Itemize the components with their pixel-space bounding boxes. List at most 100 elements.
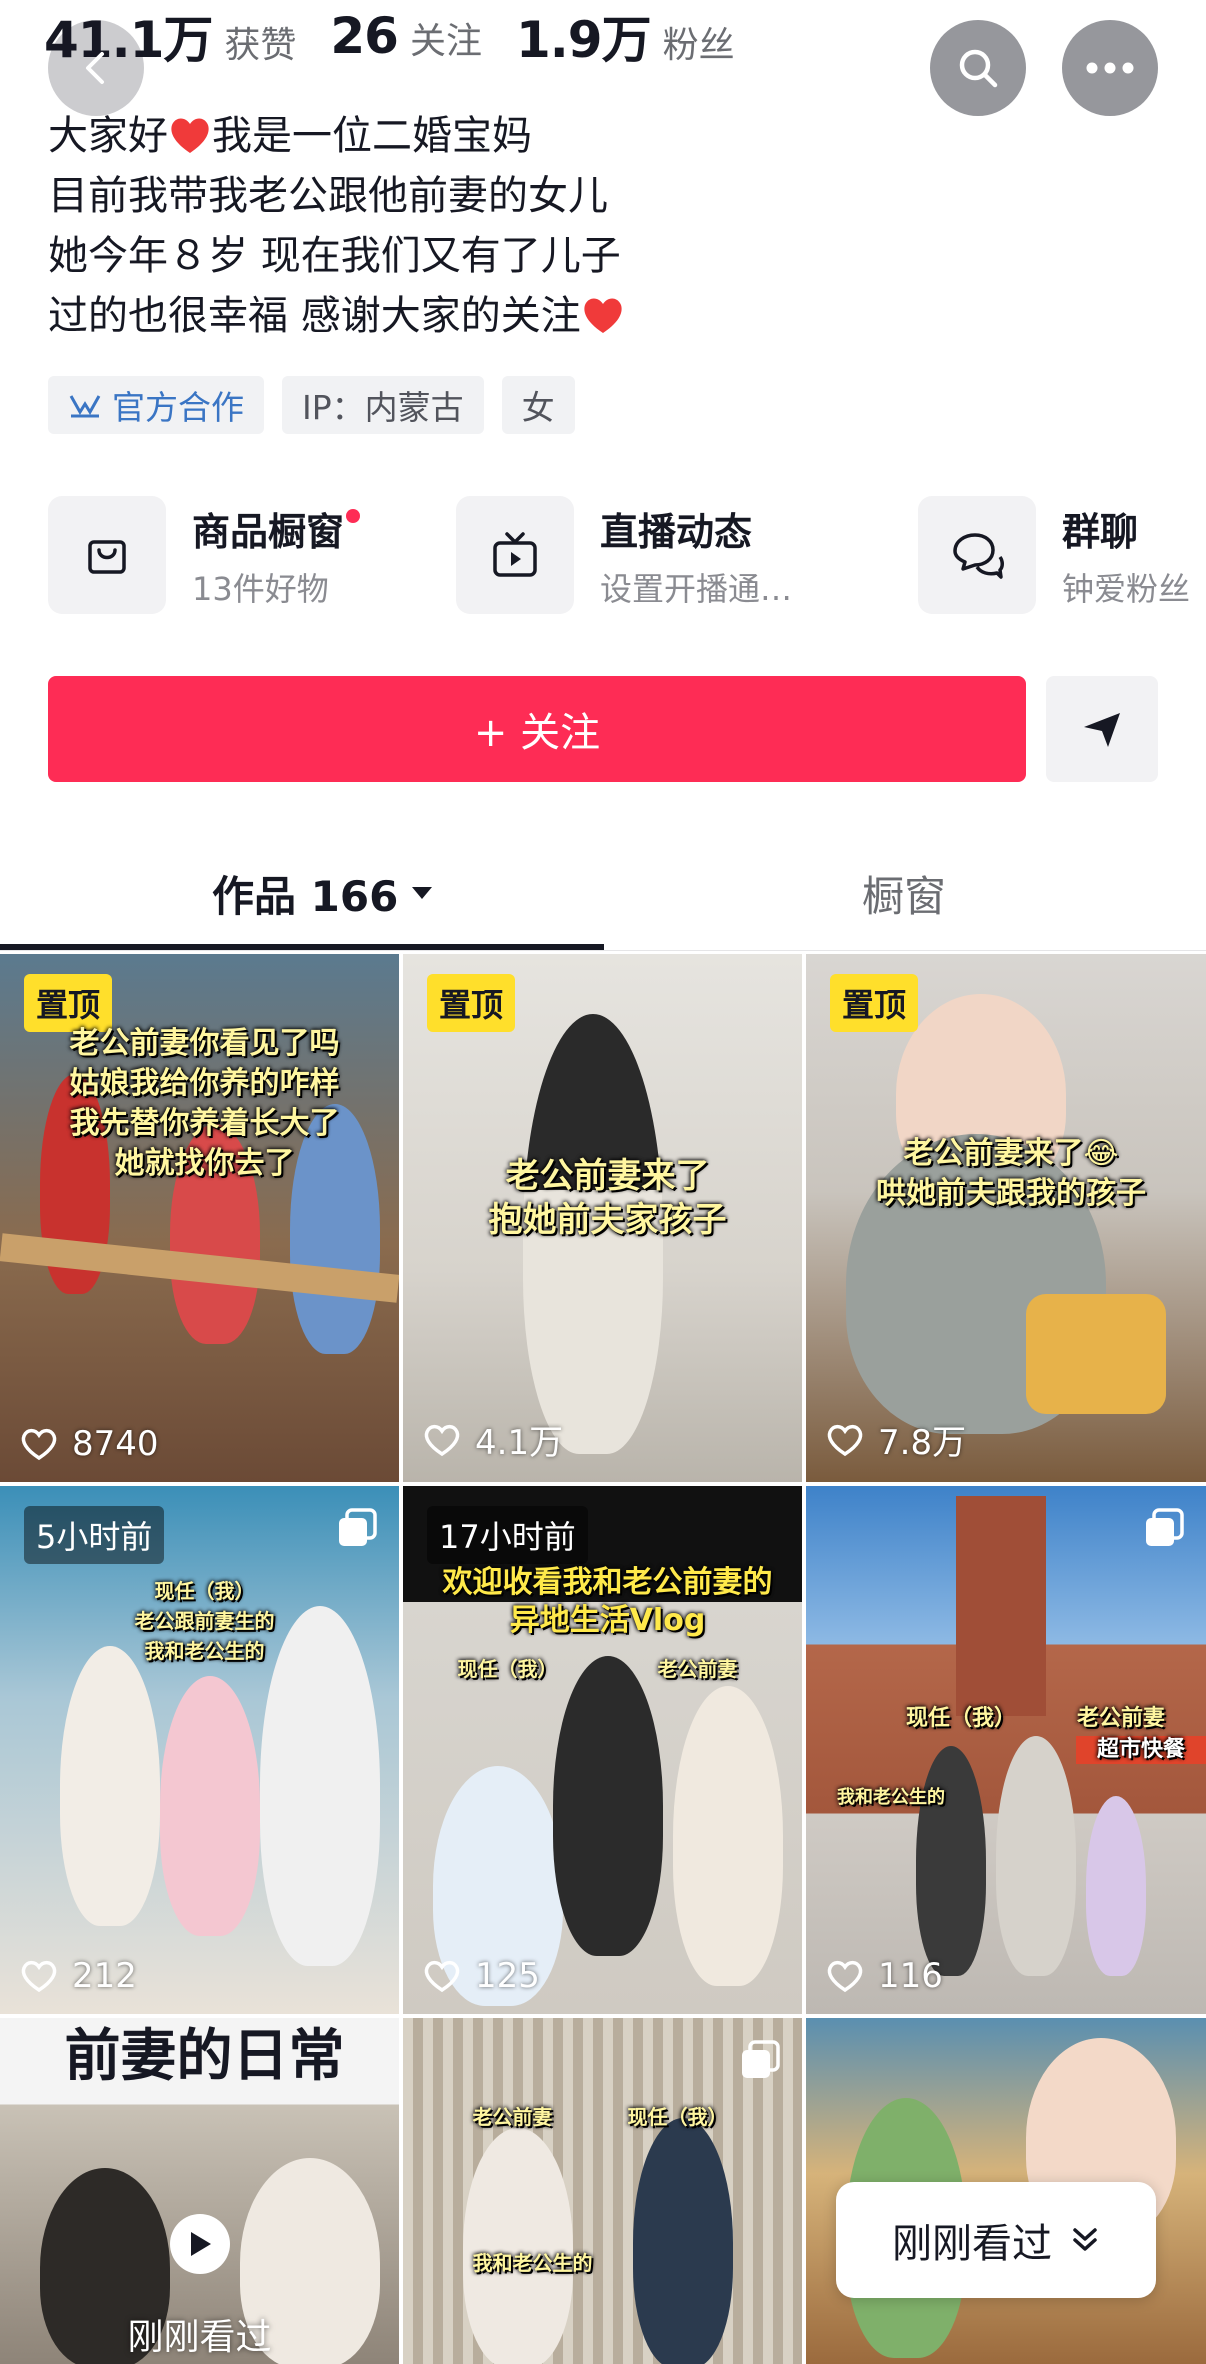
figure — [1086, 1796, 1146, 1976]
bio-line: 过的也很幸福 感谢大家的关注 — [48, 286, 625, 346]
feature-subtitle: 设置开播通… — [600, 569, 793, 608]
figure — [916, 1746, 986, 1976]
chat-bubbles-icon — [918, 496, 1036, 614]
video-caption: 现任（我） 老公跟前妻生的 我和老公生的 — [134, 1579, 275, 1663]
profile-bio: 大家好 我是一位二婚宝妈 目前我带我老公跟他前妻的女儿 她今年８岁 现在我们又有了… — [48, 106, 625, 346]
like-count: 7.8万 — [826, 1415, 966, 1464]
red-heart-icon — [584, 298, 622, 333]
feature-subtitle: 钟爱粉丝 — [1062, 569, 1191, 608]
video-thumbnail[interactable]: 17小时前 欢迎收看我和老公前妻的 异地生活Vlog 现任（我） 老公前妻 12… — [403, 1486, 802, 2014]
follow-button[interactable]: + 关注 — [48, 676, 1026, 782]
video-caption: 老公前妻 — [1076, 1706, 1165, 1731]
more-button[interactable] — [1062, 20, 1158, 116]
feature-subtitle: 13件好物 — [192, 569, 329, 608]
video-caption: 前妻的日常 — [64, 2024, 345, 2089]
heart-outline-icon — [424, 1424, 460, 1456]
figure — [463, 2128, 573, 2364]
feature-title: 商品橱窗 — [192, 509, 345, 554]
ip-location-tag: IP：内蒙古 — [282, 376, 484, 434]
clock-tower — [956, 1496, 1046, 1716]
stat-following[interactable]: 26 关注 — [330, 7, 482, 65]
multi-image-icon — [339, 1508, 377, 1546]
like-count: 116 — [826, 1956, 943, 1996]
notification-dot — [346, 508, 361, 523]
recently-viewed-label: 刚刚看过 — [127, 2317, 272, 2358]
profile-tags: 官方合作 IP：内蒙古 女 — [48, 376, 575, 434]
video-caption-exwife: 老公前妻 — [657, 1657, 738, 1681]
heart-outline-icon — [827, 1424, 863, 1456]
video-caption: 现任（我） — [627, 2105, 728, 2129]
food-bowl — [1026, 1294, 1166, 1414]
pinned-badge: 置顶 — [830, 974, 919, 1032]
like-count: 8740 — [20, 1424, 159, 1464]
stat-label: 粉丝 — [662, 25, 735, 66]
video-caption: 老公前妻 — [472, 2105, 553, 2129]
recently-viewed-button[interactable]: 刚刚看过 — [836, 2182, 1156, 2298]
tab-works[interactable]: 作品 166 — [212, 858, 434, 928]
stat-value: 1.9万 — [516, 11, 652, 69]
stat-value: 26 — [330, 7, 399, 65]
red-heart-icon — [171, 118, 209, 153]
video-thumbnail[interactable]: 置顶 老公前妻来了 抱她前夫家孩子 4.1万 — [403, 954, 802, 1482]
tab-shop-window[interactable]: 橱窗 — [862, 858, 946, 928]
official-partner-tag[interactable]: 官方合作 — [48, 376, 264, 434]
figure — [633, 2118, 733, 2364]
play-icon — [191, 2232, 211, 2256]
video-caption: 我和老公生的 — [472, 2251, 593, 2275]
heart-outline-icon — [827, 1960, 863, 1993]
feature-shop-window[interactable]: 商品橱窗 13件好物 — [48, 496, 361, 614]
back-button[interactable] — [48, 20, 144, 116]
feature-title: 群聊 — [1062, 509, 1139, 554]
double-chevron-down-icon — [1073, 2228, 1097, 2251]
dropdown-triangle-icon — [412, 887, 433, 899]
feature-title: 直播动态 — [600, 509, 753, 554]
tv-icon — [456, 496, 574, 614]
video-caption: 老公前妻来了 抱她前夫家孩子 — [488, 1156, 727, 1240]
recently-viewed-text: 刚刚看过 — [892, 2221, 1052, 2267]
stat-followers[interactable]: 1.9万 粉丝 — [516, 0, 735, 72]
play-button[interactable] — [170, 2214, 230, 2274]
more-dots-icon — [1086, 62, 1134, 74]
video-thumbnail[interactable]: 置顶 老公前妻来了😂 哄她前夫跟我的孩子 7.8万 — [806, 954, 1206, 1482]
video-caption: 老公前妻来了😂 哄她前夫跟我的孩子 — [876, 1136, 1146, 1211]
heart-outline-icon — [21, 1428, 57, 1461]
time-badge: 5小时前 — [24, 1506, 165, 1564]
figure — [160, 1676, 260, 1936]
figure — [60, 1646, 160, 1926]
video-caption-current: 现任（我） — [457, 1657, 558, 1681]
shopping-bag-icon — [48, 496, 166, 614]
bio-line: 目前我带我老公跟他前妻的女儿 — [48, 173, 608, 219]
feature-group-chat[interactable]: 群聊 钟爱粉丝 — [918, 496, 1190, 614]
pinned-badge: 置顶 — [427, 974, 516, 1032]
heart-outline-icon — [21, 1960, 57, 1993]
video-thumbnail[interactable]: 前妻的日常 刚刚看过 — [0, 2018, 399, 2364]
video-caption: 老公前妻你看见了吗 姑娘我给你养的咋样 我先替你养着长大了 她就找你去了 — [69, 1026, 340, 1181]
video-thumbnail[interactable]: 老公前妻 现任（我） 我和老公生的 — [403, 2018, 802, 2364]
video-thumbnail[interactable]: 5小时前 现任（我） 老公跟前妻生的 我和老公生的 212 — [0, 1486, 399, 2014]
like-count: 125 — [423, 1956, 540, 1996]
multi-image-icon — [1146, 1508, 1184, 1546]
video-caption: 超市快餐 — [1076, 1736, 1206, 1764]
bio-line: 大家好 我是一位二婚宝妈 — [48, 113, 532, 159]
multi-image-icon — [742, 2040, 780, 2078]
search-button[interactable] — [930, 20, 1026, 116]
tab-divider — [0, 950, 1206, 951]
bio-line: 她今年８岁 现在我们又有了儿子 — [48, 233, 621, 279]
partner-icon — [69, 395, 101, 418]
search-icon — [959, 49, 998, 88]
back-arrow-icon — [86, 52, 104, 84]
feature-live[interactable]: 直播动态 设置开播通… — [456, 496, 792, 614]
stats-bar: 41.1万 获赞 26 关注 1.9万 粉丝 — [44, 0, 735, 72]
like-count: 4.1万 — [423, 1415, 563, 1464]
figure — [996, 1736, 1076, 1976]
video-caption: 欢迎收看我和老公前妻的 异地生活Vlog — [442, 1565, 773, 1638]
gender-tag: 女 — [501, 376, 575, 434]
video-caption: 我和老公生的 — [837, 1787, 945, 1808]
figure — [673, 1686, 783, 1986]
video-thumbnail[interactable]: 现任（我） 老公前妻 我和老公生的 超市快餐 116 — [806, 1486, 1206, 2014]
video-thumbnail[interactable]: 置顶 老公前妻你看见了吗 姑娘我给你养的咋样 我先替你养着长大了 她就找你去了 … — [0, 954, 399, 1482]
figure — [553, 1656, 663, 1956]
stat-label: 关注 — [409, 21, 482, 62]
share-button[interactable] — [1046, 676, 1158, 782]
heart-outline-icon — [424, 1960, 460, 1993]
